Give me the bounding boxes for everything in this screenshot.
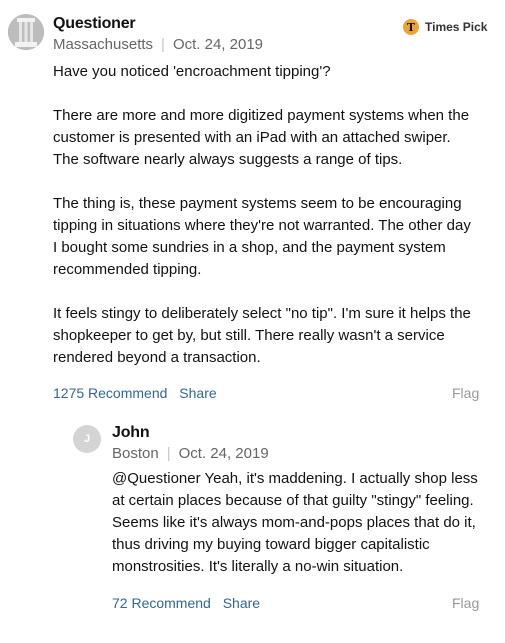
comment-meta: Massachusetts | Oct. 24, 2019 [53, 36, 263, 53]
avatar [8, 14, 44, 50]
comment-date: Oct. 24, 2019 [172, 36, 264, 53]
times-pick-icon: T [403, 19, 419, 35]
recommend-button[interactable]: 72 Recommend [112, 595, 211, 611]
recommend-button[interactable]: 1275 Recommend [53, 385, 167, 401]
comment-paragraph: The thing is, these payment systems seem… [53, 195, 471, 278]
times-pick-label: Times Pick [425, 20, 488, 34]
meta-divider: | [166, 445, 171, 462]
share-button[interactable]: Share [179, 385, 216, 401]
reply-date: Oct. 24, 2019 [178, 445, 269, 462]
comment-location: Massachusetts [53, 36, 154, 53]
comment-author[interactable]: Questioner [53, 15, 136, 33]
reply-body: @Questioner Yeah, it's maddening. I actu… [112, 468, 487, 578]
share-button[interactable]: Share [223, 595, 260, 611]
flag-button[interactable]: Flag [452, 595, 479, 611]
reply-location: Boston [112, 445, 159, 462]
comment-paragraph: There are more and more digitized paymen… [53, 107, 470, 168]
reply-meta: Boston | Oct. 24, 2019 [112, 445, 269, 462]
avatar-initial: J [83, 433, 91, 445]
meta-divider: | [161, 36, 165, 53]
statue-avatar-icon [8, 14, 44, 50]
comment-paragraph: It feels stingy to deliberately select "… [53, 305, 471, 366]
reply-actions: 72 Recommend Share [112, 595, 260, 611]
times-pick-badge: T Times Pick [403, 19, 487, 35]
comment-actions: 1275 Recommend Share [53, 385, 217, 401]
comment-body: Have you noticed 'encroachment tipping'?… [53, 61, 478, 369]
comment-paragraph: Have you noticed 'encroachment tipping'? [53, 63, 331, 80]
reply-paragraph: @Questioner Yeah, it's maddening. I actu… [112, 470, 478, 575]
flag-button[interactable]: Flag [452, 385, 479, 401]
avatar: J [73, 425, 101, 453]
reply-author[interactable]: John [112, 424, 150, 442]
